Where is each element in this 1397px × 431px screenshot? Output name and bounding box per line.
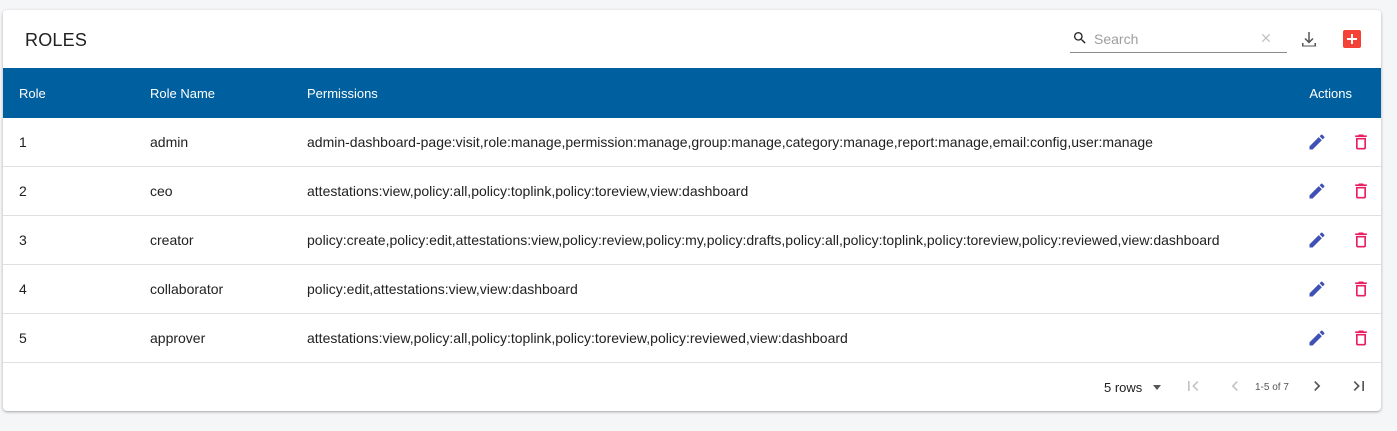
permissions-cell: attestations:view,policy:all,policy:topl… bbox=[307, 313, 1281, 363]
role-name-cell: collaborator bbox=[150, 264, 307, 314]
role-id-cell: 1 bbox=[3, 118, 150, 167]
actions-cell bbox=[1281, 166, 1381, 216]
edit-icon[interactable] bbox=[1307, 279, 1327, 299]
add-role-button[interactable] bbox=[1343, 30, 1361, 48]
table-row: 2 ceo attestations:view,policy:all,policy:… bbox=[3, 166, 1381, 216]
chevron-down-icon[interactable] bbox=[1153, 385, 1161, 390]
table-header-row: Role Role Name Permissions Actions bbox=[3, 68, 1381, 118]
actions-cell bbox=[1281, 264, 1381, 314]
header-role-name[interactable]: Role Name bbox=[150, 68, 307, 118]
delete-icon[interactable] bbox=[1351, 230, 1371, 250]
role-name-cell: creator bbox=[150, 215, 307, 265]
role-name-cell: admin bbox=[150, 118, 307, 167]
delete-icon[interactable] bbox=[1351, 181, 1371, 201]
edit-icon[interactable] bbox=[1307, 230, 1327, 250]
role-id-cell: 5 bbox=[3, 313, 150, 363]
previous-page-icon[interactable] bbox=[1225, 376, 1245, 396]
header-role[interactable]: Role bbox=[3, 68, 150, 118]
page-title: ROLES bbox=[25, 30, 88, 50]
next-page-icon[interactable] bbox=[1307, 376, 1327, 396]
search-icon bbox=[1074, 32, 1086, 44]
clear-icon[interactable] bbox=[1259, 31, 1273, 45]
permissions-cell: admin-dashboard-page:visit,role:manage,p… bbox=[307, 118, 1281, 167]
header-permissions[interactable]: Permissions bbox=[307, 68, 1281, 118]
role-name-cell: approver bbox=[150, 313, 307, 363]
roles-table: Role Role Name Permissions Actions 1 admi… bbox=[3, 68, 1381, 363]
rows-per-page-select[interactable]: 5 rows bbox=[1104, 380, 1142, 395]
last-page-icon[interactable] bbox=[1349, 376, 1369, 396]
table-row: 1 admin admin-dashboard-page:visit,role:ma… bbox=[3, 118, 1381, 167]
delete-icon[interactable] bbox=[1351, 279, 1371, 299]
delete-icon[interactable] bbox=[1351, 132, 1371, 152]
table-row: 4 collaborator policy:edit,attestations:vi… bbox=[3, 264, 1381, 314]
edit-icon[interactable] bbox=[1307, 328, 1327, 348]
search-input[interactable] bbox=[1094, 29, 1254, 49]
actions-cell bbox=[1281, 118, 1381, 167]
edit-icon[interactable] bbox=[1307, 181, 1327, 201]
search-box[interactable] bbox=[1070, 27, 1287, 53]
first-page-icon[interactable] bbox=[1183, 376, 1203, 396]
actions-cell bbox=[1281, 215, 1381, 265]
role-id-cell: 2 bbox=[3, 166, 150, 216]
table-row: 5 approver attestations:view,policy:all,po… bbox=[3, 313, 1381, 363]
pagination-bar: 5 rows 1-5 of 7 bbox=[3, 363, 1381, 411]
actions-cell bbox=[1281, 313, 1381, 363]
permissions-cell: policy:edit,attestations:view,view:dashb… bbox=[307, 264, 1281, 314]
permissions-cell: policy:create,policy:edit,attestations:v… bbox=[307, 215, 1281, 265]
edit-icon[interactable] bbox=[1307, 132, 1327, 152]
role-id-cell: 4 bbox=[3, 264, 150, 314]
download-icon[interactable] bbox=[1297, 28, 1321, 52]
permissions-cell: attestations:view,policy:all,policy:topl… bbox=[307, 166, 1281, 216]
delete-icon[interactable] bbox=[1351, 328, 1371, 348]
role-name-cell: ceo bbox=[150, 166, 307, 216]
roles-card: ROLES Role bbox=[3, 10, 1381, 411]
table-row: 3 creator policy:create,policy:edit,attest… bbox=[3, 215, 1381, 265]
add-icon bbox=[1347, 34, 1357, 44]
role-id-cell: 3 bbox=[3, 215, 150, 265]
header-actions: Actions bbox=[1309, 85, 1352, 101]
toolbar: ROLES bbox=[3, 10, 1381, 68]
page-range: 1-5 of 7 bbox=[1255, 382, 1289, 393]
